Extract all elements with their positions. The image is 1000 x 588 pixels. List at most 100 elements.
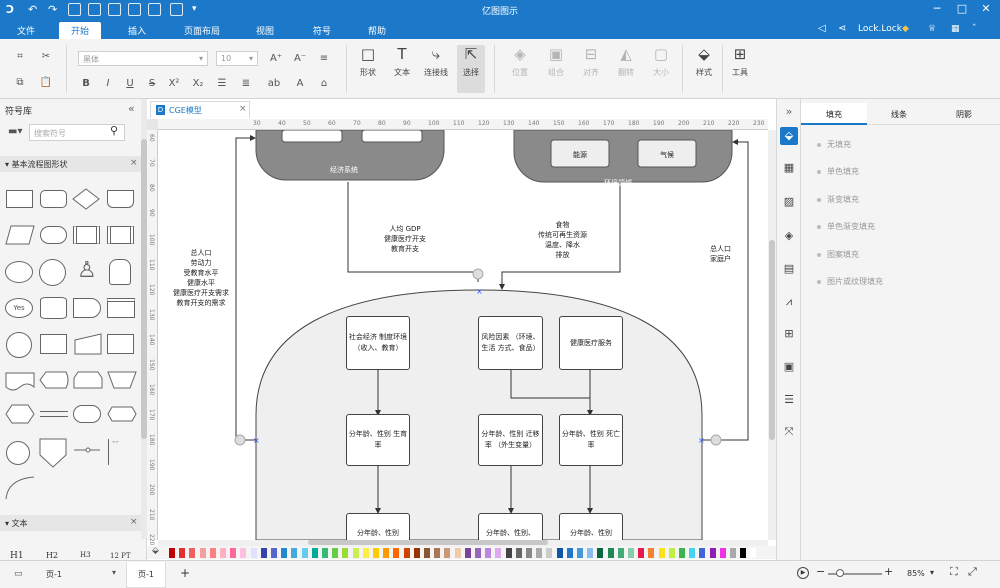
color-swatch[interactable] [628, 548, 634, 558]
color-swatch[interactable] [383, 548, 390, 558]
close-section-icon[interactable]: × [130, 158, 138, 168]
fill-solid[interactable]: 单色填充 [817, 166, 859, 177]
color-swatch[interactable] [689, 548, 696, 558]
small-circle-shape[interactable] [6, 441, 30, 465]
actor-shape[interactable]: ♙ [77, 257, 97, 285]
align-button[interactable]: ⊟ 对齐 [577, 45, 605, 78]
color-swatch[interactable] [189, 548, 196, 558]
shape-tool-button[interactable]: □ 形状 [354, 45, 382, 78]
text-tool-button[interactable]: T 文本 [388, 45, 416, 78]
color-swatch[interactable] [352, 548, 359, 558]
node-bottom-1[interactable]: 分年龄、性别 [346, 513, 410, 540]
page-dropdown-icon[interactable]: ▾ [112, 568, 116, 577]
color-swatch[interactable] [709, 548, 716, 558]
menu-file[interactable]: 文件 [17, 24, 35, 37]
color-swatch[interactable] [475, 548, 481, 558]
style-button[interactable]: ⬙ 样式 [690, 45, 718, 78]
color-swatch[interactable] [250, 548, 257, 558]
data-icon[interactable]: ▣ [782, 360, 796, 374]
color-swatch[interactable] [311, 548, 318, 558]
preparation-shape[interactable] [4, 403, 36, 428]
terminator-shape[interactable] [40, 226, 67, 244]
format-icon[interactable]: ☰ [782, 393, 796, 407]
underline-icon[interactable]: U [122, 76, 138, 92]
hex-shape[interactable] [106, 403, 138, 428]
font-grow-icon[interactable]: A⁺ [268, 51, 284, 67]
fit-page-icon[interactable]: ⛶ [950, 565, 958, 579]
page-selector[interactable]: 页-1 [46, 569, 62, 580]
color-swatch[interactable] [679, 548, 685, 558]
connector-shape[interactable] [6, 332, 32, 358]
circle-shape[interactable] [39, 259, 66, 286]
numbered-list-icon[interactable]: ≣ [238, 76, 254, 92]
play-icon[interactable]: ▶ [797, 567, 809, 579]
node-migration[interactable]: 分年龄、性别 迁移率 （外生变量） [478, 414, 543, 466]
yes-shape[interactable]: Yes [5, 298, 33, 318]
parallel-shape[interactable] [40, 411, 68, 417]
color-swatch[interactable] [169, 548, 175, 558]
color-swatch[interactable] [566, 548, 573, 558]
database-shape[interactable] [40, 297, 67, 319]
color-swatch[interactable] [413, 548, 420, 558]
color-swatch[interactable] [597, 548, 604, 558]
color-swatch[interactable] [322, 548, 328, 558]
predefined-process-shape[interactable] [73, 226, 100, 244]
subscript-icon[interactable]: X₂ [190, 76, 206, 92]
table-icon[interactable]: ⊞ [782, 327, 796, 341]
h2-text-shape[interactable]: H2 [46, 551, 58, 560]
color-swatch[interactable] [291, 548, 298, 558]
node-bottom-3[interactable]: 分年龄、性别 [559, 513, 623, 540]
color-swatch[interactable] [230, 548, 237, 558]
offpage-shape[interactable] [38, 437, 68, 472]
shirt-icon[interactable]: ♕ [928, 24, 936, 34]
menu-start[interactable]: 开始 [59, 22, 102, 39]
maximize-icon[interactable]: □ [955, 2, 969, 16]
color-swatch[interactable] [587, 548, 594, 558]
collapse-panel-icon[interactable]: « [128, 102, 135, 115]
strikethrough-icon[interactable]: S [144, 76, 160, 92]
data-shape[interactable] [4, 224, 36, 249]
color-swatch[interactable] [342, 548, 349, 558]
color-swatch[interactable] [454, 548, 461, 558]
chart-icon[interactable]: ⩘ [782, 295, 796, 309]
color-swatch[interactable] [607, 548, 614, 558]
fill-color-icon[interactable]: ⬙ [152, 546, 159, 556]
zoom-out-icon[interactable]: − [816, 565, 825, 578]
document-shape[interactable] [107, 190, 134, 208]
tools-button[interactable]: ⊞ 工具 [726, 45, 754, 78]
rounded-rect-shape[interactable] [40, 190, 67, 208]
manual-input-shape[interactable] [73, 332, 103, 359]
color-swatch[interactable] [434, 548, 441, 558]
person-shape[interactable] [109, 259, 131, 285]
arc-shape[interactable] [4, 475, 36, 504]
zoom-slider-handle[interactable] [836, 569, 844, 577]
page-list-icon[interactable]: ▭ [14, 569, 23, 579]
menu-insert[interactable]: 插入 [128, 24, 146, 37]
user-name[interactable]: Lock.Lock [858, 24, 902, 34]
color-swatch[interactable] [444, 548, 451, 558]
fill-none[interactable]: 无填充 [817, 139, 851, 150]
decision-shape[interactable] [71, 187, 101, 214]
color-swatch[interactable] [515, 548, 522, 558]
color-swatch[interactable] [495, 548, 502, 558]
color-swatch[interactable] [750, 548, 757, 558]
color-swatch[interactable] [199, 548, 206, 558]
color-swatch[interactable] [505, 548, 512, 558]
format-painter-icon[interactable]: ⌗ [12, 49, 28, 65]
font-shrink-icon[interactable]: A⁻ [292, 51, 308, 67]
group-button[interactable]: ▣ 组合 [542, 45, 570, 78]
color-swatch[interactable] [740, 548, 747, 558]
collapse-ribbon-icon[interactable]: ˆ [972, 24, 977, 34]
menu-symbol[interactable]: 符号 [313, 24, 331, 37]
menu-page-layout[interactable]: 页面布局 [184, 24, 220, 37]
add-page-button[interactable]: + [180, 566, 190, 580]
node-mortality[interactable]: 分年龄、性别 死亡率 [559, 414, 623, 466]
zoom-in-icon[interactable]: + [884, 565, 893, 578]
display-shape[interactable] [38, 369, 70, 394]
search-icon[interactable]: ⚲ [110, 124, 118, 137]
expand-panel-icon[interactable]: » [782, 105, 796, 119]
node-fertility[interactable]: 分年龄、性别 生育率 [346, 414, 410, 466]
tab-line[interactable]: 线条 [891, 109, 907, 120]
grid-icon[interactable]: ▦ [782, 161, 796, 175]
color-swatch[interactable] [464, 548, 471, 558]
